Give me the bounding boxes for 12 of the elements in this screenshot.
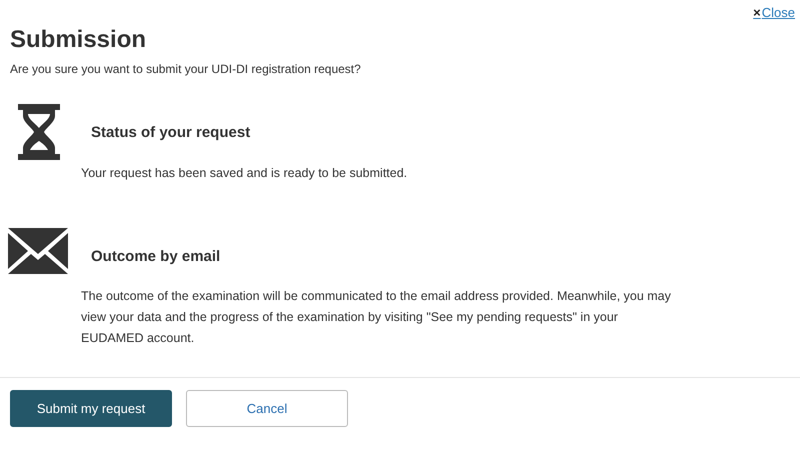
hourglass-icon [18, 104, 60, 160]
dialog-title: Submission [10, 26, 148, 54]
cancel-button[interactable]: Cancel [186, 390, 348, 427]
envelope-icon [8, 228, 68, 274]
section-heading: Status of your request [91, 123, 252, 143]
submit-button[interactable]: Submit my request [10, 390, 172, 427]
section-heading: Outcome by email [91, 246, 222, 266]
close-icon: × [753, 6, 761, 20]
dialog-subtitle: Are you sure you want to submit your UDI-DI registration request? [10, 61, 362, 78]
close-link[interactable]: ×Close [753, 3, 795, 22]
section-text: Your request has been saved and is ready to be submitted. [81, 164, 408, 182]
section-text: The outcome of the examination will be communicated to the email address provided. Meanwhile, you may view your data and the progress of the examination by visiting "See my pending requests" in your EUDAMED account. [81, 288, 672, 347]
